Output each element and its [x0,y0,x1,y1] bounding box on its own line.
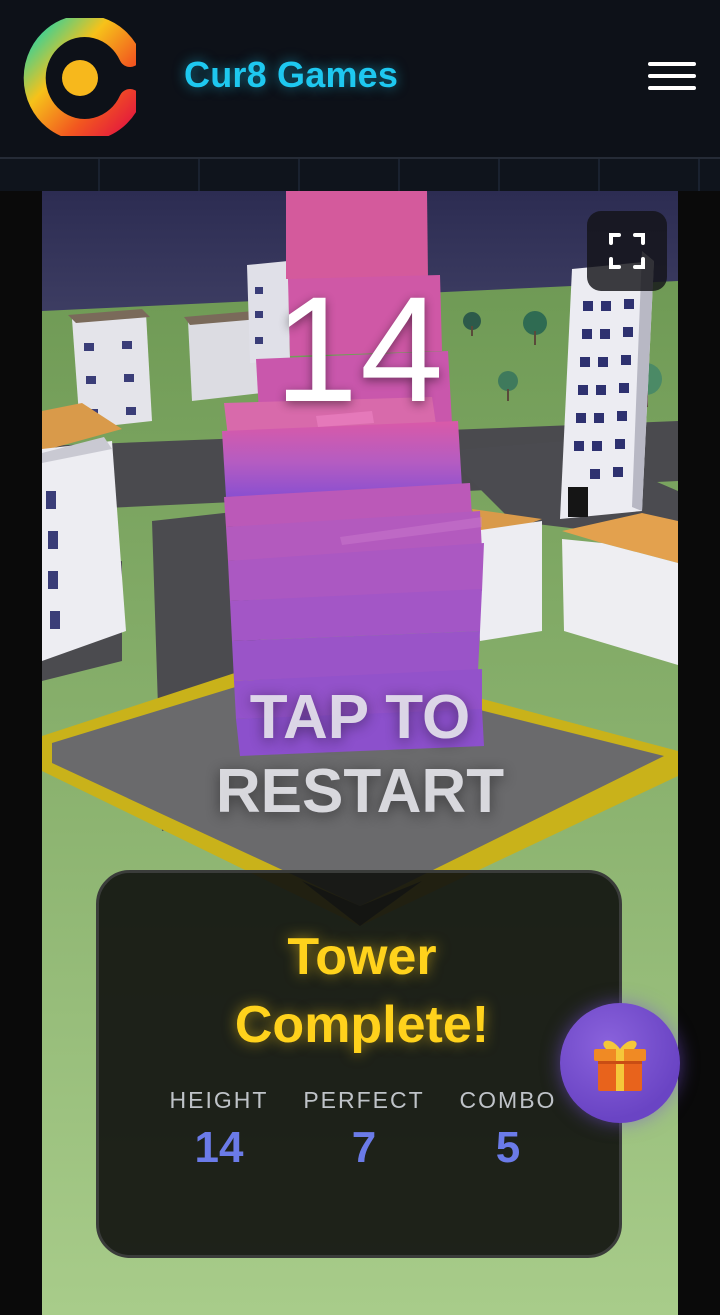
stat-label: COMBO [459,1087,557,1113]
score-display: 14 [274,265,446,433]
stat-value: 5 [495,1123,521,1172]
stat-height: HEIGHT 14 [144,1085,294,1173]
restart-line-1: TAP TO [249,683,471,752]
tower-complete-panel: Tower Complete! HEIGHT 14 PERFECT 7 COMB… [96,870,622,1258]
stat-label: PERFECT [303,1087,425,1113]
stat-value: 14 [194,1123,244,1172]
brand-title[interactable]: Cur8 Games [184,54,398,96]
restart-line-2: RESTART [215,757,505,826]
hamburger-menu-icon[interactable] [644,56,700,96]
stat-perfect: PERFECT 7 [289,1085,439,1173]
panel-title-line-1: Tower [287,928,437,986]
stat-combo: COMBO 5 [433,1085,583,1173]
stat-label: HEIGHT [169,1087,269,1113]
gift-button[interactable] [560,1003,680,1123]
panel-title-line-2: Complete! [234,996,490,1054]
header-strip [0,159,720,191]
gift-icon [594,1040,646,1091]
tap-to-restart-button[interactable]: TAP TO RESTART [42,681,678,829]
stat-value: 7 [351,1123,377,1172]
cur8-logo-icon[interactable] [22,18,136,136]
panel-title: Tower Complete! [99,923,625,1059]
site-header: Cur8 Games [0,0,720,159]
